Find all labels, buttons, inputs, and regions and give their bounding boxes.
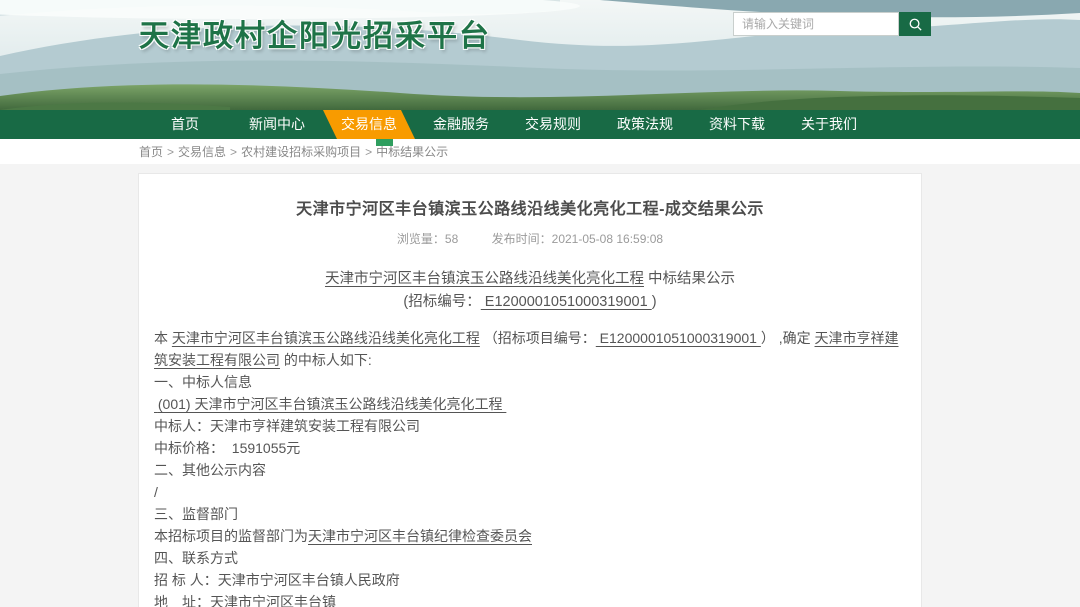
page-background: 天津市宁河区丰台镇滨玉公路线沿线美化亮化工程-成交结果公示 浏览量：58 发布时…	[0, 164, 1080, 607]
underlined-text: E1200001051000319001	[481, 294, 652, 310]
nav-item-label: 金融服务	[433, 116, 489, 132]
article-line: 招 标 人：天津市宁河区丰台镇人民政府	[154, 569, 906, 591]
search-input[interactable]	[733, 12, 899, 36]
breadcrumb-separator: >	[365, 145, 372, 159]
plain-text: 中标价格： 1591055元	[154, 440, 300, 456]
plain-text: ） ,确定	[761, 330, 815, 346]
search-bar	[733, 12, 931, 36]
article-line: 天津市宁河区丰台镇滨玉公路线沿线美化亮化工程 中标结果公示	[154, 268, 906, 291]
underlined-text: 天津市宁河区丰台镇滨玉公路线沿线美化亮化工程	[325, 271, 644, 287]
breadcrumb-bar: 首页 > 交易信息 > 农村建设招标采购项目 > 中标结果公示	[0, 139, 1080, 164]
nav-item-8[interactable]: 关于我们	[783, 110, 875, 139]
plain-text: 地 址：天津市宁河区丰台镇	[154, 594, 336, 607]
plain-text: （招标项目编号：	[480, 330, 596, 346]
article-line: 三、监督部门	[154, 503, 906, 525]
article-line: 中标人：天津市亨祥建筑安装工程有限公司	[154, 415, 906, 437]
article-card: 天津市宁河区丰台镇滨玉公路线沿线美化亮化工程-成交结果公示 浏览量：58 发布时…	[138, 173, 922, 607]
nav-item-label: 资料下载	[709, 116, 765, 132]
underlined-text: E1200001051000319001	[596, 330, 761, 346]
breadcrumb-item[interactable]: 交易信息	[178, 145, 226, 159]
article-line: (招标编号： E1200001051000319001 )	[154, 291, 906, 314]
plain-text: 的中标人如下:	[280, 352, 372, 368]
banner: 天津政村企阳光招采平台	[0, 0, 1080, 110]
nav-item-3[interactable]: 交易信息	[323, 110, 415, 139]
article-line: 四、联系方式	[154, 547, 906, 569]
main-nav: 首页 新闻中心 交易信息 金融服务 交易规则 政策法规 资料下载 关于我们	[0, 110, 1080, 139]
nav-item-label: 首页	[171, 116, 199, 132]
underlined-text: 天津市宁河区丰台镇滨玉公路线沿线美化亮化工程	[172, 330, 480, 346]
nav-item-label: 交易信息	[341, 116, 397, 132]
article-line: 二、其他公示内容	[154, 459, 906, 481]
article-line: 本 天津市宁河区丰台镇滨玉公路线沿线美化亮化工程 （招标项目编号： E12000…	[154, 327, 906, 371]
article-line: 中标价格： 1591055元	[154, 437, 906, 459]
nav-item-label: 新闻中心	[249, 116, 305, 132]
article-line: 一、中标人信息	[154, 371, 906, 393]
search-button[interactable]	[899, 12, 931, 36]
plain-text: 二、其他公示内容	[154, 462, 266, 478]
views-label: 浏览量：	[397, 232, 445, 246]
nav-item-label: 关于我们	[801, 116, 857, 132]
article-line: (001) 天津市宁河区丰台镇滨玉公路线沿线美化亮化工程	[154, 393, 906, 415]
breadcrumb-item[interactable]: 中标结果公示	[376, 145, 448, 159]
breadcrumb-separator: >	[230, 145, 237, 159]
breadcrumb-separator: >	[167, 145, 174, 159]
plain-text: 三、监督部门	[154, 506, 238, 522]
article-line: /	[154, 481, 906, 503]
publish-label: 发布时间：	[492, 232, 552, 246]
plain-text: 四、联系方式	[154, 550, 238, 566]
breadcrumb-item[interactable]: 农村建设招标采购项目	[241, 145, 361, 159]
article-subtitle: 天津市宁河区丰台镇滨玉公路线沿线美化亮化工程 中标结果公示(招标编号： E120…	[154, 268, 906, 314]
nav-menu: 首页 新闻中心 交易信息 金融服务 交易规则 政策法规 资料下载 关于我们	[139, 110, 875, 139]
publish-time: 2021-05-08 16:59:08	[552, 232, 663, 246]
underlined-text: (001) 天津市宁河区丰台镇滨玉公路线沿线美化亮化工程	[154, 396, 506, 412]
plain-text: 中标人：天津市亨祥建筑安装工程有限公司	[154, 418, 420, 434]
nav-item-label: 政策法规	[617, 116, 673, 132]
views-count: 58	[445, 232, 458, 246]
article-meta: 浏览量：58 发布时间：2021-05-08 16:59:08	[154, 231, 906, 248]
plain-text: 招 标 人：天津市宁河区丰台镇人民政府	[154, 572, 400, 588]
article-line: 地 址：天津市宁河区丰台镇	[154, 591, 906, 607]
breadcrumb-item[interactable]: 首页	[139, 145, 163, 159]
breadcrumb: 首页 > 交易信息 > 农村建设招标采购项目 > 中标结果公示	[139, 143, 448, 160]
nav-item-4[interactable]: 金融服务	[415, 110, 507, 139]
plain-text: 本招标项目的监督部门为	[154, 528, 308, 544]
active-tab-marker	[376, 139, 393, 146]
article-body: 本 天津市宁河区丰台镇滨玉公路线沿线美化亮化工程 （招标项目编号： E12000…	[154, 327, 906, 607]
underlined-text: 天津市宁河区丰台镇纪律检查委员会	[308, 528, 532, 544]
plain-text: 中标结果公示	[644, 271, 735, 287]
nav-item-1[interactable]: 首页	[139, 110, 231, 139]
plain-text: 本	[154, 330, 172, 346]
nav-item-7[interactable]: 资料下载	[691, 110, 783, 139]
plain-text: (招标编号：	[403, 294, 480, 310]
plain-text: /	[154, 484, 158, 500]
article-line: 本招标项目的监督部门为天津市宁河区丰台镇纪律检查委员会	[154, 525, 906, 547]
article-title: 天津市宁河区丰台镇滨玉公路线沿线美化亮化工程-成交结果公示	[154, 199, 906, 221]
nav-item-label: 交易规则	[525, 116, 581, 132]
nav-item-2[interactable]: 新闻中心	[231, 110, 323, 139]
plain-text: 一、中标人信息	[154, 374, 252, 390]
site-title: 天津政村企阳光招采平台	[139, 11, 491, 55]
nav-item-5[interactable]: 交易规则	[507, 110, 599, 139]
search-icon	[908, 17, 923, 32]
nav-item-6[interactable]: 政策法规	[599, 110, 691, 139]
plain-text: )	[652, 294, 657, 310]
